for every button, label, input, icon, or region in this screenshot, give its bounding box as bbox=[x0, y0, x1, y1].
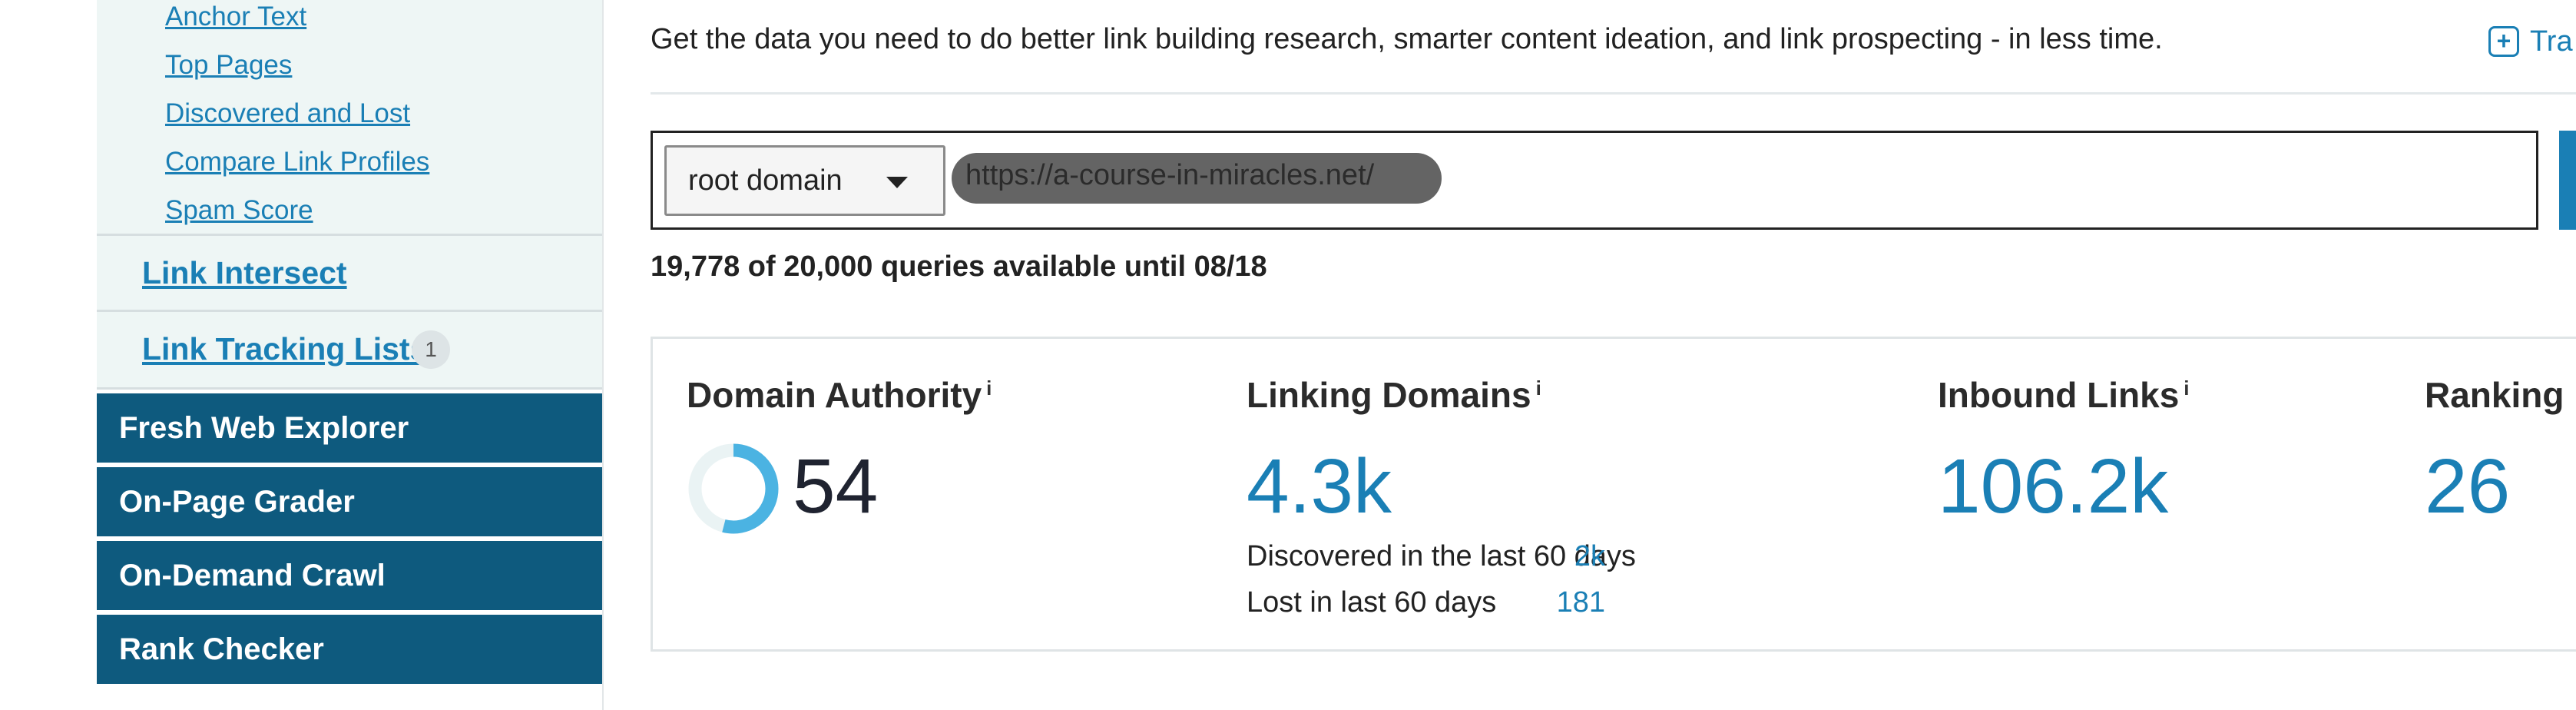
sidebar-section-link-intersect[interactable]: Link Intersect bbox=[97, 234, 602, 310]
domain-authority-label: Domain Authority bbox=[687, 375, 982, 415]
sidebar-link-spam-score[interactable]: Spam Score bbox=[165, 191, 313, 231]
inbound-links-title: Inbound Links i bbox=[1938, 374, 2190, 416]
track-link-label: Tra bbox=[2530, 25, 2573, 58]
search-button[interactable] bbox=[2559, 131, 2576, 230]
linking-domains-label: Linking Domains bbox=[1247, 375, 1531, 415]
domain-authority-title: Domain Authority i bbox=[687, 374, 992, 416]
nav-on-demand-crawl[interactable]: On-Demand Crawl bbox=[97, 541, 602, 610]
ranking-title: Ranking bbox=[2425, 375, 2564, 415]
sidebar-link-link-tracking-lists[interactable]: Link Tracking Lists bbox=[142, 312, 427, 386]
info-icon[interactable]: i bbox=[1536, 377, 1541, 400]
nav-rank-checker[interactable]: Rank Checker bbox=[97, 615, 602, 684]
scope-dropdown-value: root domain bbox=[688, 164, 843, 197]
info-icon[interactable]: i bbox=[2184, 377, 2189, 400]
domain-authority-ring bbox=[688, 443, 779, 534]
sidebar-link-anchor-text[interactable]: Anchor Text bbox=[165, 0, 306, 37]
lost-label: Lost in last 60 days bbox=[1247, 586, 1497, 619]
metrics-panel: Domain Authority i 54 Linking Domains i 4.… bbox=[651, 337, 2576, 652]
inbound-links-label: Inbound Links bbox=[1938, 375, 2180, 415]
sidebar-link-top-pages[interactable]: Top Pages bbox=[165, 45, 292, 85]
nav-fresh-web-explorer[interactable]: Fresh Web Explorer bbox=[97, 393, 602, 463]
caret-down-icon bbox=[886, 177, 908, 188]
sidebar-link-discovered-and-lost[interactable]: Discovered and Lost bbox=[165, 94, 410, 134]
discovered-value[interactable]: 2k bbox=[1521, 540, 1605, 573]
header-divider bbox=[651, 92, 2576, 95]
sidebar-link-link-intersect[interactable]: Link Intersect bbox=[142, 236, 347, 310]
main-content: Get the data you need to do better link … bbox=[602, 0, 2576, 710]
scope-dropdown[interactable]: root domain bbox=[664, 145, 945, 216]
url-input[interactable] bbox=[956, 148, 1448, 202]
tracking-lists-count-badge: 1 bbox=[412, 330, 450, 369]
ranking-value: 26 bbox=[2425, 443, 2511, 529]
nav-on-page-grader[interactable]: On-Page Grader bbox=[97, 467, 602, 536]
linking-domains-title: Linking Domains i bbox=[1247, 374, 1541, 416]
sidebar-section-link-tracking-lists[interactable]: Link Tracking Lists 1 bbox=[97, 310, 602, 390]
lost-value[interactable]: 181 bbox=[1521, 586, 1605, 619]
intro-text: Get the data you need to do better link … bbox=[651, 23, 2163, 55]
link-explorer-sublist: Anchor Text Top Pages Discovered and Los… bbox=[97, 0, 602, 234]
domain-authority-value: 54 bbox=[793, 443, 879, 529]
search-bar: root domain bbox=[651, 131, 2538, 230]
inbound-links-value: 106.2k bbox=[1938, 443, 2169, 529]
track-link[interactable]: + Tra bbox=[2488, 22, 2573, 61]
plus-icon: + bbox=[2488, 26, 2519, 57]
query-quota-text: 19,778 of 20,000 queries available until… bbox=[651, 250, 1267, 283]
linking-domains-value: 4.3k bbox=[1247, 443, 1392, 529]
sidebar-link-compare-link-profiles[interactable]: Compare Link Profiles bbox=[165, 142, 429, 182]
info-icon[interactable]: i bbox=[986, 377, 992, 400]
sidebar: Anchor Text Top Pages Discovered and Los… bbox=[97, 0, 602, 710]
